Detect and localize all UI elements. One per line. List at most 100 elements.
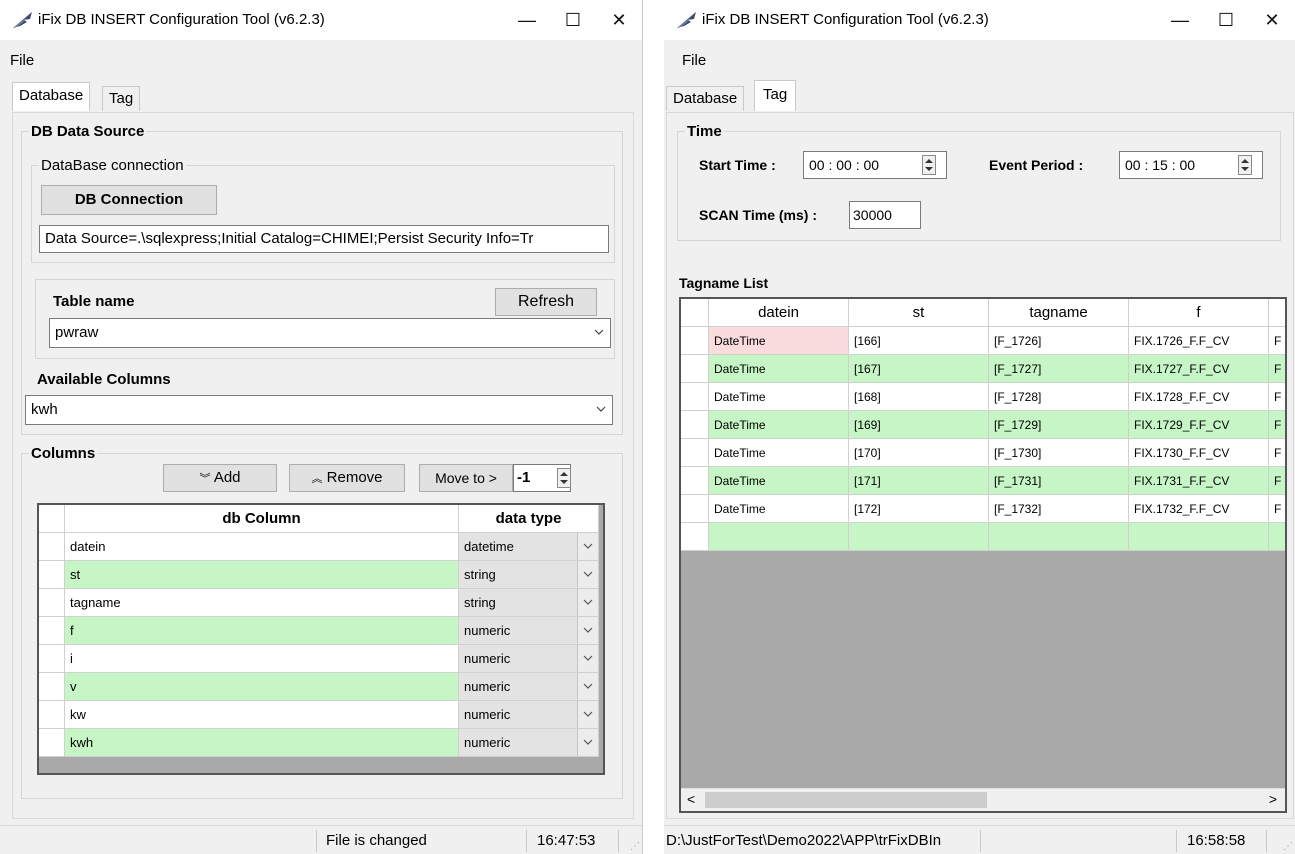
event-period-spin-icon[interactable] bbox=[1238, 155, 1252, 175]
table-row[interactable]: tagname string bbox=[39, 589, 603, 617]
table-row[interactable]: i numeric bbox=[39, 645, 603, 673]
tab-tag[interactable]: Tag bbox=[754, 80, 797, 111]
cell-datein[interactable]: DateTime bbox=[709, 383, 849, 411]
tab-tag[interactable]: Tag bbox=[102, 86, 141, 111]
table-row[interactable]: DateTime [166] [F_1726] FIX.1726_F.F_CV F bbox=[681, 327, 1285, 355]
data-type-dropdown[interactable]: datetime bbox=[459, 533, 599, 561]
horizontal-scrollbar[interactable]: < > bbox=[681, 788, 1285, 811]
minimize-button[interactable]: — bbox=[1157, 0, 1203, 40]
close-button[interactable]: ✕ bbox=[1249, 0, 1295, 40]
table-row[interactable]: DateTime [170] [F_1730] FIX.1730_F.F_CV F bbox=[681, 439, 1285, 467]
row-header[interactable] bbox=[681, 327, 709, 355]
cell-f[interactable]: FIX.1731_F.F_CV bbox=[1129, 467, 1269, 495]
cell-f[interactable]: FIX.1726_F.F_CV bbox=[1129, 327, 1269, 355]
db-column-cell[interactable]: kw bbox=[65, 701, 459, 729]
table-row[interactable]: DateTime [171] [F_1731] FIX.1731_F.F_CV F bbox=[681, 467, 1285, 495]
cell-st[interactable]: [167] bbox=[849, 355, 989, 383]
move-to-button[interactable]: Move to > bbox=[419, 464, 513, 492]
table-row[interactable]: st string bbox=[39, 561, 603, 589]
header-datein[interactable]: datein bbox=[709, 299, 849, 327]
tab-database[interactable]: Database bbox=[12, 82, 91, 111]
cell-tagname[interactable]: [F_1727] bbox=[989, 355, 1129, 383]
scan-time-field[interactable]: 30000 bbox=[849, 201, 921, 229]
cell-g[interactable]: F bbox=[1269, 383, 1285, 411]
cell-datein[interactable]: DateTime bbox=[709, 495, 849, 523]
row-header[interactable] bbox=[681, 439, 709, 467]
cell-f[interactable]: FIX.1727_F.F_CV bbox=[1129, 355, 1269, 383]
row-header[interactable] bbox=[39, 701, 65, 729]
cell-g[interactable]: F bbox=[1269, 495, 1285, 523]
db-connection-button[interactable]: DB Connection bbox=[41, 185, 217, 215]
row-header[interactable] bbox=[681, 411, 709, 439]
cell-f[interactable]: FIX.1732_F.F_CV bbox=[1129, 495, 1269, 523]
cell-st[interactable]: [168] bbox=[849, 383, 989, 411]
row-header[interactable] bbox=[39, 645, 65, 673]
title-bar[interactable]: iFix DB INSERT Configuration Tool (v6.2.… bbox=[0, 0, 642, 40]
cell-datein[interactable]: DateTime bbox=[709, 411, 849, 439]
cell-tagname[interactable]: [F_1730] bbox=[989, 439, 1129, 467]
table-row[interactable]: kwh numeric bbox=[39, 729, 603, 757]
table-row[interactable]: DateTime [172] [F_1732] FIX.1732_F.F_CV F bbox=[681, 495, 1285, 523]
empty-cell[interactable] bbox=[1129, 523, 1269, 551]
row-header[interactable] bbox=[39, 729, 65, 757]
row-header[interactable] bbox=[39, 617, 65, 645]
table-row[interactable]: DateTime [167] [F_1727] FIX.1727_F.F_CV F bbox=[681, 355, 1285, 383]
cell-tagname[interactable]: [F_1728] bbox=[989, 383, 1129, 411]
row-header[interactable] bbox=[39, 673, 65, 701]
connection-string-field[interactable]: Data Source=.\sqlexpress;Initial Catalog… bbox=[39, 225, 609, 253]
cell-datein[interactable]: DateTime bbox=[709, 327, 849, 355]
start-time-spin-icon[interactable] bbox=[922, 155, 936, 175]
cell-f[interactable]: FIX.1729_F.F_CV bbox=[1129, 411, 1269, 439]
cell-st[interactable]: [166] bbox=[849, 327, 989, 355]
cell-g[interactable]: F bbox=[1269, 355, 1285, 383]
header-data-type[interactable]: data type bbox=[459, 505, 599, 533]
header-f[interactable]: f bbox=[1129, 299, 1269, 327]
cell-datein[interactable]: DateTime bbox=[709, 439, 849, 467]
row-header[interactable] bbox=[681, 495, 709, 523]
cell-st[interactable]: [170] bbox=[849, 439, 989, 467]
row-header[interactable] bbox=[681, 383, 709, 411]
table-row[interactable]: kw numeric bbox=[39, 701, 603, 729]
table-row[interactable]: datein datetime bbox=[39, 533, 603, 561]
header-tagname[interactable]: tagname bbox=[989, 299, 1129, 327]
available-columns-dropdown[interactable]: kwh bbox=[25, 395, 613, 425]
cell-st[interactable]: [171] bbox=[849, 467, 989, 495]
header-db-column[interactable]: db Column bbox=[65, 505, 459, 533]
table-row[interactable]: DateTime [168] [F_1728] FIX.1728_F.F_CV F bbox=[681, 383, 1285, 411]
row-header[interactable] bbox=[39, 589, 65, 617]
data-type-dropdown[interactable]: numeric bbox=[459, 673, 599, 701]
cell-f[interactable]: FIX.1728_F.F_CV bbox=[1129, 383, 1269, 411]
resize-grip-icon[interactable]: ⋰ bbox=[630, 841, 640, 852]
empty-cell[interactable] bbox=[989, 523, 1129, 551]
data-type-dropdown[interactable]: numeric bbox=[459, 617, 599, 645]
move-to-spin-icon[interactable] bbox=[557, 468, 571, 488]
cell-f[interactable]: FIX.1730_F.F_CV bbox=[1129, 439, 1269, 467]
empty-cell[interactable] bbox=[849, 523, 989, 551]
db-column-cell[interactable]: kwh bbox=[65, 729, 459, 757]
cell-g[interactable]: F bbox=[1269, 467, 1285, 495]
cell-tagname[interactable]: [F_1726] bbox=[989, 327, 1129, 355]
cell-tagname[interactable]: [F_1732] bbox=[989, 495, 1129, 523]
table-row[interactable]: f numeric bbox=[39, 617, 603, 645]
minimize-button[interactable]: — bbox=[504, 0, 550, 40]
cell-datein[interactable]: DateTime bbox=[709, 467, 849, 495]
cell-g[interactable]: F bbox=[1269, 327, 1285, 355]
db-column-cell[interactable]: st bbox=[65, 561, 459, 589]
row-header[interactable] bbox=[39, 533, 65, 561]
cell-g[interactable]: F bbox=[1269, 411, 1285, 439]
scroll-left-icon[interactable]: < bbox=[687, 791, 695, 807]
data-type-dropdown[interactable]: numeric bbox=[459, 729, 599, 757]
maximize-button[interactable]: ☐ bbox=[1203, 0, 1249, 40]
db-column-cell[interactable]: datein bbox=[65, 533, 459, 561]
cell-tagname[interactable]: [F_1729] bbox=[989, 411, 1129, 439]
data-type-dropdown[interactable]: string bbox=[459, 589, 599, 617]
db-column-cell[interactable]: f bbox=[65, 617, 459, 645]
tab-database[interactable]: Database bbox=[666, 86, 745, 111]
db-column-cell[interactable]: tagname bbox=[65, 589, 459, 617]
add-button[interactable]: ︾ Add bbox=[163, 464, 277, 492]
resize-grip-icon[interactable]: ⋰ bbox=[1283, 841, 1293, 852]
cell-datein[interactable]: DateTime bbox=[709, 355, 849, 383]
new-row[interactable] bbox=[681, 523, 1285, 551]
scroll-right-icon[interactable]: > bbox=[1269, 791, 1277, 807]
cell-st[interactable]: [172] bbox=[849, 495, 989, 523]
